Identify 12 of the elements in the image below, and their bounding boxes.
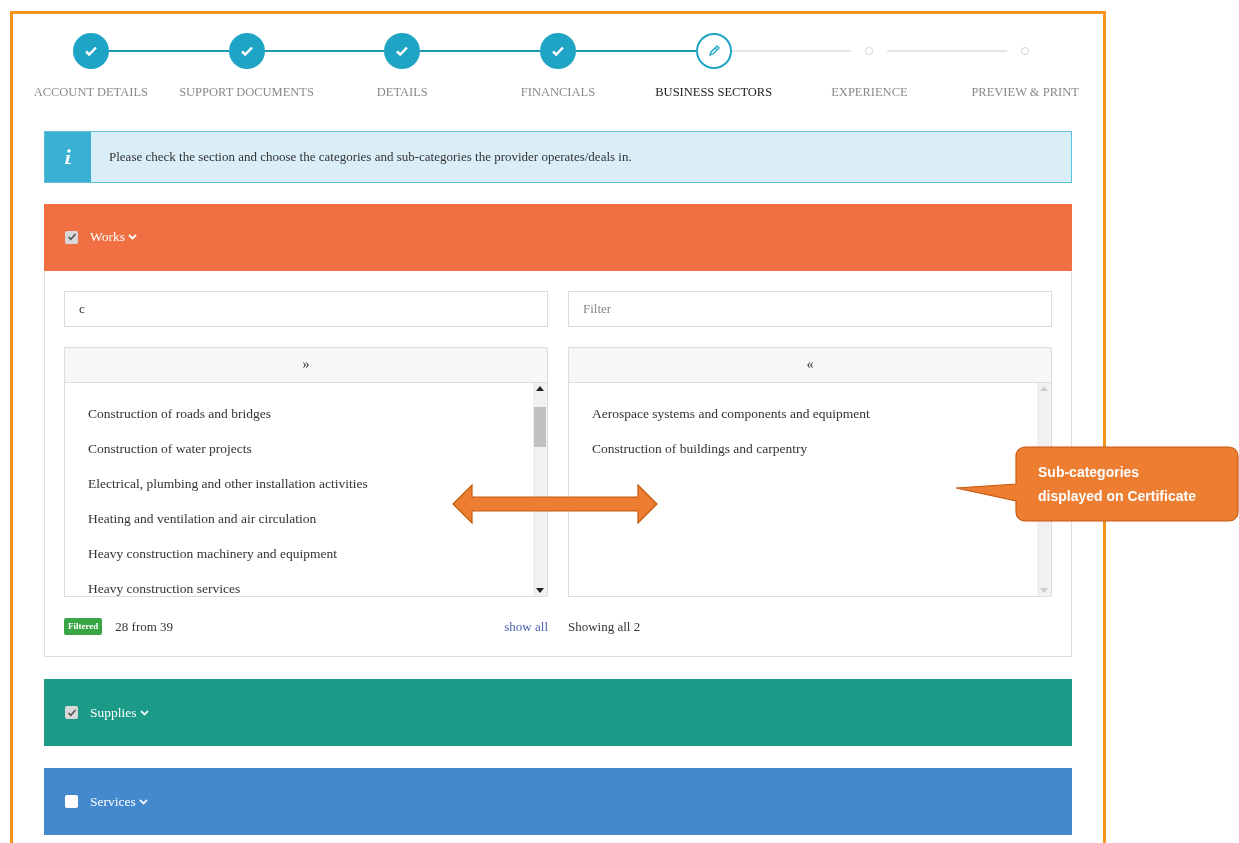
step-label: PREVIEW & PRINT <box>971 84 1079 101</box>
selected-count: Showing all 2 <box>568 617 642 636</box>
filtered-badge: Filtered <box>64 617 103 636</box>
step-label: DETAILS <box>376 84 428 101</box>
step-label: SUPPORT DOCUMENTS <box>179 84 314 101</box>
callout-text: Sub-categories displayed on Certificate <box>1038 463 1197 506</box>
info-text: Please check the section and choose the categories and sub-categories the provider operates/deals in. <box>109 148 632 166</box>
step-label: ACCOUNT DETAILS <box>33 84 149 101</box>
step-label: BUSINESS SECTORS <box>655 84 773 101</box>
filter-count: 28 from 39 <box>115 617 174 636</box>
step-label: FINANCIALS <box>520 84 596 101</box>
step-label: EXPERIENCE <box>831 84 908 101</box>
